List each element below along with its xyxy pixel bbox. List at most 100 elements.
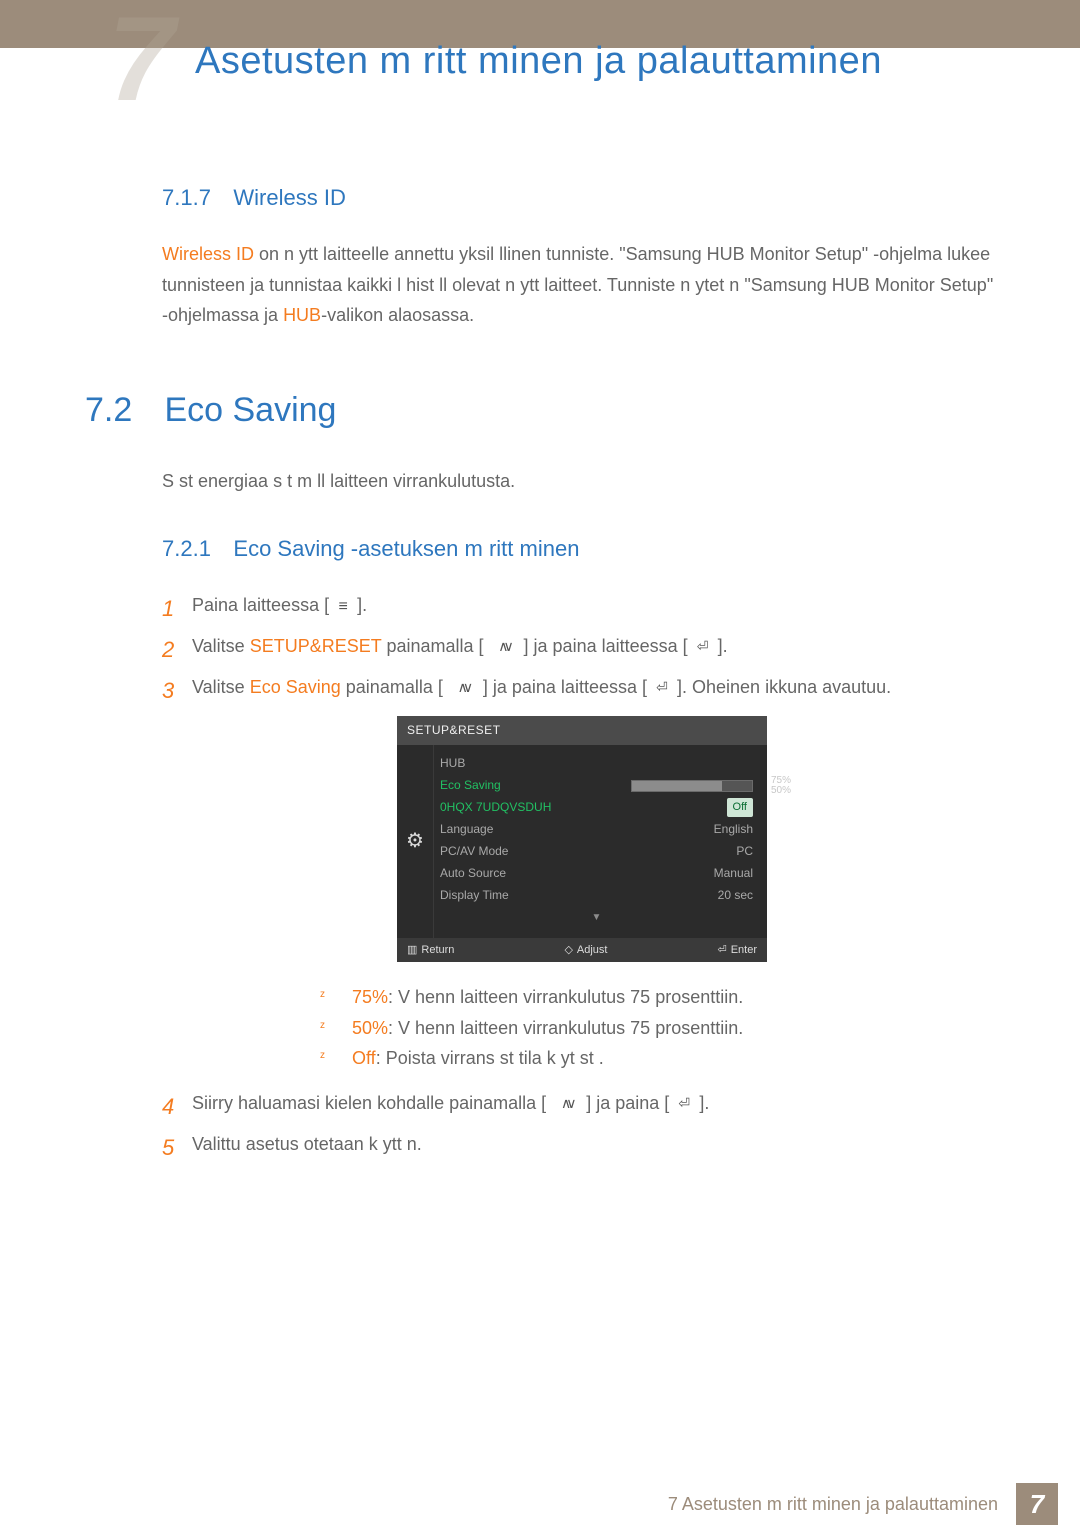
- bullet-75: 75%: V henn laitteen virrankulutus 75 pr…: [320, 982, 995, 1013]
- step-3-text-c: ] ja paina laitteessa [: [483, 677, 647, 697]
- subsection-number: 7.2.1: [162, 536, 211, 561]
- osd-pcav-value: PC: [736, 841, 753, 861]
- osd-row-autosrc: Auto Source Manual: [436, 863, 757, 885]
- osd-row-hub: HUB: [436, 753, 757, 775]
- eco-saving-term: Eco Saving: [250, 677, 341, 697]
- menu-icon: ≡: [334, 593, 352, 620]
- chevron-down-icon: ▼: [436, 909, 757, 926]
- section-72-heading: 7.2 Eco Saving: [85, 391, 995, 430]
- osd-disptime-value: 20 sec: [718, 885, 753, 905]
- step-4: Siirry haluamasi kielen kohdalle painama…: [162, 1088, 995, 1119]
- step-3-text-d: ]. Oheinen ikkuna avautuu.: [677, 677, 891, 697]
- osd-row-ecosaving: Eco Saving 75% 50%: [436, 775, 757, 797]
- gear-icon: ⚙: [404, 830, 426, 852]
- page-number-badge: 7: [1016, 1483, 1058, 1525]
- eco-saving-intro: S st energiaa s t m ll laitteen virranku…: [85, 466, 995, 497]
- enter-icon: ⏎: [693, 635, 713, 659]
- eco-bullets: 75%: V henn laitteen virrankulutus 75 pr…: [192, 982, 995, 1074]
- subsection-number: 7.1.7: [162, 185, 211, 210]
- wireless-id-paragraph: Wireless ID on n ytt laitteelle annettu …: [85, 239, 995, 331]
- subsection-title: Wireless ID: [233, 185, 345, 210]
- bullet-off: Off: Poista virrans st tila k yt st .: [320, 1043, 995, 1074]
- adjust-icon: ◇: [564, 941, 572, 960]
- osd-gear-col: ⚙: [397, 745, 433, 938]
- osd-row-pcav: PC/AV Mode PC: [436, 841, 757, 863]
- osd-enter: ⏎ Enter: [717, 941, 757, 960]
- step-4-text-a: Siirry haluamasi kielen kohdalle painama…: [192, 1093, 546, 1113]
- osd-autosrc-label: Auto Source: [440, 863, 506, 883]
- return-icon: ▥: [407, 941, 417, 960]
- updown-icon: ∧∨: [551, 1092, 581, 1116]
- osd-header: SETUP&RESET: [397, 716, 767, 744]
- step-4-text-b: ] ja paina [: [586, 1093, 669, 1113]
- osd-footer: ▥ Return ◇ Adjust ⏎ Enter: [397, 938, 767, 963]
- osd-row-menutrans: 0HQX 7UDQVSDUH Off: [436, 797, 757, 819]
- step-2-text-d: ].: [718, 636, 728, 656]
- page-title: Asetusten m ritt minen ja palauttaminen: [195, 40, 882, 83]
- updown-icon: ∧∨: [489, 635, 519, 659]
- wireless-id-body-2: -valikon alaosassa.: [321, 305, 474, 325]
- osd-return-label: Return: [421, 941, 454, 960]
- osd-autosrc-value: Manual: [714, 863, 753, 883]
- osd-adjust: ◇ Adjust: [564, 941, 607, 960]
- hub-term: HUB: [283, 305, 321, 325]
- step-1-text-a: Paina laitteessa [: [192, 595, 329, 615]
- step-1: Paina laitteessa [ ≡ ].: [162, 590, 995, 621]
- subsection-717-heading: 7.1.7 Wireless ID: [85, 185, 995, 211]
- setup-reset-term: SETUP&RESET: [250, 636, 382, 656]
- bullet-75-label: 75%: [352, 987, 388, 1007]
- step-3: Valitse Eco Saving painamalla [ ∧∨ ] ja …: [162, 672, 995, 1074]
- subsection-title: Eco Saving -asetuksen m ritt minen: [233, 536, 579, 561]
- step-2-text-a: Valitse: [192, 636, 250, 656]
- osd-eco-50: 50%: [771, 786, 791, 796]
- osd-panel: SETUP&RESET ⚙ HUB Eco Saving: [397, 716, 767, 962]
- header-accent: [28, 18, 102, 28]
- osd-menutrans-value: Off: [727, 798, 753, 817]
- osd-pcav-label: PC/AV Mode: [440, 841, 508, 861]
- subsection-721-heading: 7.2.1 Eco Saving -asetuksen m ritt minen: [85, 536, 995, 562]
- step-5-text: Valittu asetus otetaan k ytt n.: [192, 1134, 422, 1154]
- osd-eco-slider-wrap: 75% 50%: [631, 780, 753, 792]
- enter-icon: ⏎: [652, 676, 672, 700]
- section-title: Eco Saving: [164, 391, 336, 429]
- updown-icon: ∧∨: [448, 676, 478, 700]
- osd-eco-slider-labels: 75% 50%: [771, 776, 791, 796]
- wireless-id-term: Wireless ID: [162, 244, 254, 264]
- chapter-number-large: 7: [108, 0, 175, 128]
- bullet-50-label: 50%: [352, 1018, 388, 1038]
- step-2: Valitse SETUP&RESET painamalla [ ∧∨ ] ja…: [162, 631, 995, 662]
- step-3-text-a: Valitse: [192, 677, 250, 697]
- osd-row-language: Language English: [436, 819, 757, 841]
- step-2-text-b: painamalla [: [386, 636, 483, 656]
- enter-icon: ⏎: [717, 941, 726, 960]
- osd-lang-value: English: [714, 819, 753, 839]
- osd-list: HUB Eco Saving 75% 50%: [433, 745, 767, 938]
- step-1-text-b: ].: [357, 595, 367, 615]
- osd-lang-label: Language: [440, 819, 493, 839]
- osd-enter-label: Enter: [731, 941, 757, 960]
- bullet-off-text: : Poista virrans st tila k yt st .: [376, 1048, 604, 1068]
- bullet-50-text: : V henn laitteen virrankulutus 75 prose…: [388, 1018, 743, 1038]
- content-area: 7.1.7 Wireless ID Wireless ID on n ytt l…: [85, 185, 995, 1169]
- section-number: 7.2: [85, 391, 160, 430]
- step-2-text-c: ] ja paina laitteessa [: [524, 636, 688, 656]
- osd-eco-slider-fill: [632, 781, 722, 791]
- osd-return: ▥ Return: [407, 941, 454, 960]
- step-4-text-c: ].: [699, 1093, 709, 1113]
- bullet-50: 50%: V henn laitteen virrankulutus 75 pr…: [320, 1013, 995, 1044]
- osd-disptime-label: Display Time: [440, 885, 509, 905]
- steps-list: Paina laitteessa [ ≡ ]. Valitse SETUP&RE…: [85, 590, 995, 1159]
- osd-row-disptime: Display Time 20 sec: [436, 885, 757, 907]
- enter-icon: ⏎: [674, 1092, 694, 1116]
- page-footer: 7 Asetusten m ritt minen ja palauttamine…: [0, 1481, 1080, 1527]
- osd-body: ⚙ HUB Eco Saving 75%: [397, 745, 767, 938]
- bullet-75-text: : V henn laitteen virrankulutus 75 prose…: [388, 987, 743, 1007]
- bullet-off-label: Off: [352, 1048, 376, 1068]
- osd-eco-slider: [631, 780, 753, 792]
- step-5: Valittu asetus otetaan k ytt n.: [162, 1129, 995, 1160]
- osd-menutrans-label: 0HQX 7UDQVSDUH: [440, 797, 551, 817]
- osd-adjust-label: Adjust: [577, 941, 608, 960]
- osd-eco-label: Eco Saving: [440, 775, 501, 795]
- footer-text: 7 Asetusten m ritt minen ja palauttamine…: [668, 1494, 998, 1515]
- step-3-text-b: painamalla [: [346, 677, 443, 697]
